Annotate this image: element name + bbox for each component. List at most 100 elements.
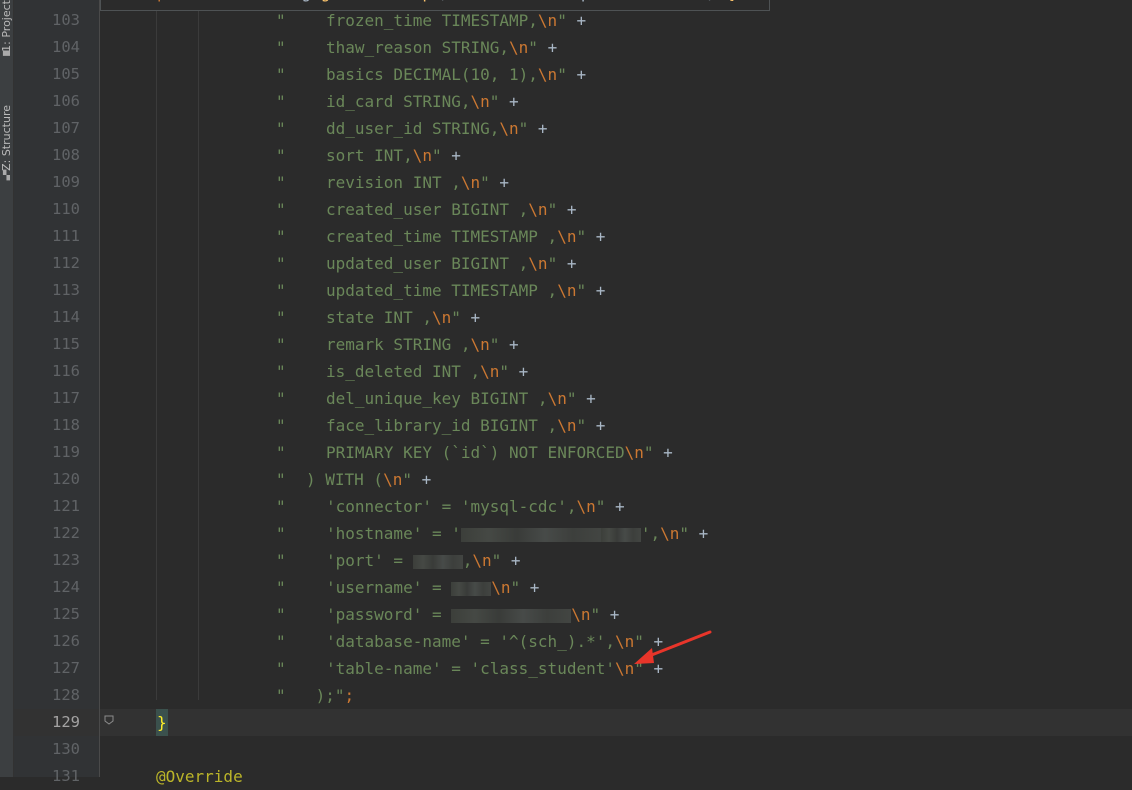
string-quote: ": [276, 686, 286, 705]
code-line: " thaw_reason STRING,\n" +: [0, 34, 1132, 61]
code-line: " state INT ,\n" +: [0, 304, 1132, 331]
escape-sequence: \n: [557, 416, 577, 435]
string-tail: ": [431, 146, 442, 165]
string-content: is_deleted INT ,: [326, 362, 481, 381]
string-tail: ": [510, 578, 521, 597]
string-quote: ": [276, 443, 286, 462]
string-content: del_unique_key BIGINT ,: [326, 389, 548, 408]
concat-operator: +: [566, 65, 587, 84]
code-line: "'hostname' = ' ',\n" +: [0, 520, 1132, 547]
string-tail: ": [557, 65, 567, 84]
modifier-keyword: protected: [157, 0, 253, 2]
concat-operator: +: [499, 92, 519, 111]
string-tail: ": [518, 119, 529, 138]
string-tail: ": [643, 443, 654, 462]
concat-operator: +: [557, 200, 577, 219]
escape-sequence: \n: [547, 389, 567, 408]
string-quote: ": [276, 227, 286, 246]
string-tail: ": [489, 335, 500, 354]
escape-sequence: \n: [460, 173, 481, 192]
escape-sequence: \n: [412, 146, 432, 165]
string-content: updated_time TIMESTAMP ,: [326, 281, 558, 300]
string-quote: ": [276, 470, 286, 489]
sticky-method-header[interactable]: protected String getCreateSql(ParameterT…: [100, 0, 770, 11]
concat-operator: +: [586, 281, 606, 300]
string-content: 'connector' = 'mysql-cdc',: [326, 497, 577, 516]
string-quote: ": [276, 416, 286, 435]
escape-sequence: \n: [528, 200, 548, 219]
string-quote: ": [276, 200, 286, 219]
string-tail: ": [557, 11, 567, 30]
string-tail: ": [576, 227, 587, 246]
escape-sequence: \n: [491, 578, 511, 597]
code-line: }: [0, 709, 1132, 736]
string-content: ) WITH (: [306, 470, 384, 489]
code-line: " is_deleted INT ,\n" +: [0, 358, 1132, 385]
string-quote: ": [276, 281, 286, 300]
escape-sequence: \n: [470, 335, 490, 354]
code-line: ") WITH (\n" +: [0, 466, 1132, 493]
string-tail: ": [576, 416, 587, 435]
redacted-value: [451, 581, 492, 596]
string-quote: ": [276, 38, 286, 57]
code-line: " id_card STRING,\n" +: [0, 88, 1132, 115]
string-quote: ": [276, 119, 286, 138]
string-content: revision INT ,: [326, 173, 461, 192]
string-content: 'table-name' = 'class_student': [326, 659, 615, 678]
concat-operator: +: [653, 443, 673, 462]
code-line: "'port' = ,\n" +: [0, 547, 1132, 574]
string-content: face_library_id BIGINT ,: [326, 416, 558, 435]
string-quote: ": [276, 389, 286, 408]
code-line: " created_time TIMESTAMP ,\n" +: [0, 223, 1132, 250]
concat-operator: +: [600, 605, 620, 624]
string-content: remark STRING ,: [326, 335, 471, 354]
escape-sequence: \n: [509, 38, 529, 57]
fold-end-icon[interactable]: [104, 715, 114, 725]
string-tail: ": [590, 605, 601, 624]
code-line: " );";: [0, 682, 1132, 709]
string-content: );": [306, 686, 345, 705]
string-content: thaw_reason STRING,: [326, 38, 510, 57]
concat-operator: +: [441, 146, 461, 165]
string-quote: ": [276, 254, 286, 273]
string-tail: ": [499, 362, 510, 381]
escape-sequence: \n: [557, 281, 577, 300]
code-line: " created_user BIGINT ,\n" +: [0, 196, 1132, 223]
code-line: " dd_user_id STRING,\n" +: [0, 115, 1132, 142]
code-line: " del_unique_key BIGINT ,\n" +: [0, 385, 1132, 412]
closing-brace: }: [156, 709, 168, 736]
string-quote: ": [276, 524, 286, 543]
code-line: "'table-name' = 'class_student'\n" +: [0, 655, 1132, 682]
code-line: " revision INT ,\n" +: [0, 169, 1132, 196]
escape-sequence: \n: [537, 65, 558, 84]
concat-operator: +: [509, 362, 529, 381]
string-content: 'database-name' = '^(sch_).*',: [326, 632, 615, 651]
code-line: " PRIMARY KEY (`id`) NOT ENFORCED\n" +: [0, 439, 1132, 466]
string-tail: ": [491, 551, 502, 570]
string-content: 'port' =: [326, 551, 413, 570]
string-content: state INT ,: [326, 308, 432, 327]
code-line: " sort INT,\n" +: [0, 142, 1132, 169]
string-content: ',: [640, 524, 661, 543]
red-arrow-annotation: [634, 630, 712, 664]
string-content: );";: [306, 682, 355, 709]
string-tail: ": [489, 92, 500, 111]
code-editor[interactable]: " frozen_time TIMESTAMP,\n" + " thaw_reason…: [0, 0, 1132, 786]
string-content: basics DECIMAL(10, 1),: [326, 65, 538, 84]
code-line: " updated_time TIMESTAMP ,\n" +: [0, 277, 1132, 304]
code-line: " basics DECIMAL(10, 1),\n" +: [0, 61, 1132, 88]
string-tail: ": [576, 281, 587, 300]
concat-operator: +: [689, 524, 709, 543]
code-line: "'password' = \n" +: [0, 601, 1132, 628]
string-tail: ": [451, 308, 461, 327]
redacted-value: [460, 527, 601, 542]
escape-sequence: \n: [470, 92, 490, 111]
code-line: " remark STRING ,\n" +: [0, 331, 1132, 358]
string-content: ,: [462, 551, 473, 570]
string-tail: ": [566, 389, 577, 408]
string-content: dd_user_id STRING,: [326, 119, 500, 138]
concat-operator: +: [460, 308, 481, 327]
semicolon: ;: [344, 686, 355, 705]
redacted-value: [451, 608, 572, 623]
